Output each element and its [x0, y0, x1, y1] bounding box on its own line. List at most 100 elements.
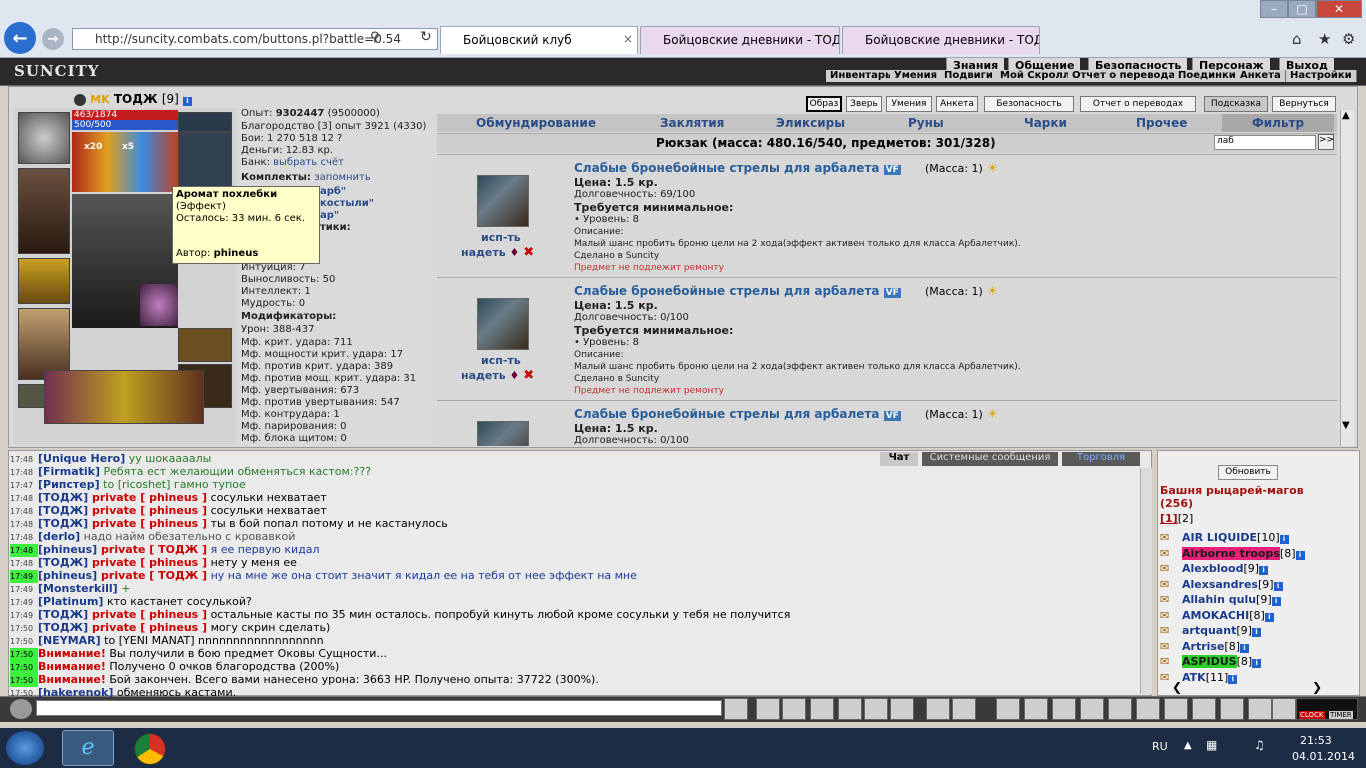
item-name[interactable]: Слабые бронебойные стрелы для арбалета V…	[574, 161, 998, 175]
forward-button[interactable]: →	[42, 28, 64, 50]
skills-button[interactable]: Умения	[886, 96, 932, 112]
volume-icon[interactable]: ♫	[1254, 738, 1265, 752]
scroll-up-icon[interactable]: ▲	[1342, 110, 1350, 121]
online-user[interactable]: ✉ Airborne troops[8] i	[1160, 546, 1305, 560]
chat-nick[interactable]: [ТОДЖ]	[38, 504, 88, 517]
submenu-skills[interactable]: Умения	[890, 70, 943, 82]
chrome-taskbar-button[interactable]	[134, 733, 166, 765]
chat-nick[interactable]: [phineus]	[38, 569, 97, 582]
info-icon[interactable]: i	[1259, 566, 1269, 575]
online-user[interactable]: ✉ ATK[11] i	[1160, 671, 1238, 684]
info-icon[interactable]: i	[1295, 550, 1305, 560]
info-icon[interactable]: i	[1273, 581, 1283, 591]
online-user-name[interactable]: ASPIDUS	[1182, 655, 1237, 668]
network-icon[interactable]: ▦	[1206, 738, 1217, 752]
item-name[interactable]: Слабые бронебойные стрелы для арбалета V…	[574, 284, 998, 298]
submenu-scroll[interactable]: Мой Скролл	[996, 70, 1076, 82]
tab-diary-2[interactable]: Бойцовские дневники - ТОДЖ	[842, 26, 1040, 54]
info-icon[interactable]: i	[183, 97, 192, 106]
language-indicator[interactable]: RU	[1152, 740, 1168, 753]
set-link-2[interactable]: костыли"	[320, 198, 374, 210]
mods-header[interactable]: Модификаторы:	[241, 311, 336, 323]
crossbow-bolts-image[interactable]	[477, 421, 529, 446]
chat-private-tag[interactable]: private [ phineus ]	[88, 608, 207, 621]
submenu-profile[interactable]: Анкета	[1236, 70, 1286, 82]
equip-icon[interactable]: ♦	[510, 369, 520, 382]
tool-button[interactable]	[1108, 698, 1132, 720]
chat-private-tag[interactable]: private [ ТОДЖ ]	[97, 569, 207, 582]
security-button[interactable]: Безопасность	[984, 96, 1074, 112]
submenu-settings[interactable]: Настройки	[1286, 70, 1357, 82]
sets-remember-link[interactable]: запомнить	[314, 172, 370, 183]
info-icon[interactable]: i	[1240, 643, 1249, 653]
helmet-slot[interactable]	[18, 112, 70, 164]
online-user[interactable]: ✉ Allahin qulu[9] i	[1160, 593, 1281, 606]
chat-nick[interactable]: [ТОДЖ]	[38, 556, 88, 569]
chat-timestamp[interactable]: 17:50	[10, 687, 38, 700]
online-user[interactable]: ✉ Artrise[8] i	[1160, 640, 1249, 653]
chat-nick[interactable]: [ТОДЖ]	[38, 491, 88, 504]
tab-charms[interactable]: Чарки	[1024, 116, 1067, 130]
chat-nick[interactable]: [ТОДЖ]	[38, 517, 88, 530]
chat-nick[interactable]: [hakerenok]	[38, 686, 113, 699]
submenu-transfers[interactable]: Отчет о переводах	[1068, 70, 1187, 82]
tab-elixirs[interactable]: Эликсиры	[776, 116, 845, 130]
online-user-name[interactable]: AIR LIQUIDE	[1182, 531, 1257, 544]
maximize-button[interactable]: □	[1288, 0, 1316, 18]
chat-menu-icon[interactable]	[10, 699, 32, 719]
scroll-down-icon[interactable]: ▼	[1342, 420, 1350, 431]
filter-go-button[interactable]: >>	[1318, 134, 1334, 150]
tab-equipment[interactable]: Обмундирование	[476, 116, 596, 130]
private-message-icon[interactable]: ✉	[1160, 531, 1182, 544]
tool-button[interactable]	[996, 698, 1020, 720]
tool-button[interactable]	[1136, 698, 1160, 720]
weapon-slot[interactable]	[18, 258, 70, 304]
smile-button[interactable]	[926, 698, 950, 720]
start-button[interactable]	[6, 731, 44, 765]
private-message-icon[interactable]: ✉	[1160, 562, 1182, 575]
tool-button[interactable]	[1164, 698, 1188, 720]
chat-private-tag[interactable]: Внимание!	[38, 660, 106, 673]
search-icon[interactable]: ⚲	[370, 30, 380, 45]
online-user-name[interactable]: Airborne troops	[1182, 546, 1280, 560]
hint-button[interactable]: Подсказка	[1204, 96, 1268, 112]
submenu-feats[interactable]: Подвиги	[940, 70, 998, 82]
equip-icon[interactable]: ♦	[510, 246, 520, 259]
image-button[interactable]: Образ	[806, 96, 842, 112]
online-user-name[interactable]: Artrise	[1182, 640, 1224, 653]
amulet-slot[interactable]	[178, 132, 232, 192]
character-name[interactable]: ТОДЖ	[114, 92, 158, 106]
tab-spells[interactable]: Заклятия	[660, 116, 724, 130]
chat-private-tag[interactable]: private [ phineus ]	[88, 621, 207, 634]
info-icon[interactable]: i	[1271, 597, 1281, 606]
info-icon[interactable]: i	[1264, 612, 1274, 622]
chat-private-tag[interactable]: Внимание!	[38, 647, 106, 660]
online-user-name[interactable]: artquant	[1182, 624, 1236, 637]
tool-button[interactable]	[1080, 698, 1104, 720]
private-message-icon[interactable]: ✉	[1160, 655, 1182, 668]
tool-button[interactable]	[864, 698, 888, 720]
tool-button[interactable]	[952, 698, 976, 720]
pet-button[interactable]: Зверь	[846, 96, 882, 112]
stats-section-header[interactable]: тики:	[320, 222, 351, 234]
chat-private-tag[interactable]: private [ phineus ]	[88, 556, 207, 569]
settings-gear-icon[interactable]: ⚙	[1342, 30, 1355, 48]
tab-other[interactable]: Прочее	[1136, 116, 1187, 130]
save-button[interactable]	[810, 698, 834, 720]
chat-private-tag[interactable]: private [ phineus ]	[88, 491, 207, 504]
tool-button[interactable]	[1024, 698, 1048, 720]
info-icon[interactable]: i	[1251, 628, 1261, 637]
transfers-button[interactable]: Отчет о переводах	[1080, 96, 1196, 112]
online-user[interactable]: ✉ Alexsandres[9] i	[1160, 578, 1283, 591]
private-message-icon[interactable]: ✉	[1160, 640, 1182, 653]
delete-icon[interactable]: ✖	[523, 368, 534, 383]
close-tab-icon[interactable]: ×	[623, 32, 633, 46]
chat-nick[interactable]: [Platinum]	[38, 595, 103, 608]
info-icon[interactable]: i	[1279, 535, 1289, 544]
tray-clock-date[interactable]: 04.01.2014	[1292, 750, 1355, 763]
tool-button[interactable]	[890, 698, 914, 720]
chat-scrollbar[interactable]	[1140, 468, 1152, 694]
favorites-icon[interactable]: ★	[1318, 30, 1331, 48]
page-2-link[interactable]: [2]	[1178, 512, 1194, 525]
scroll-right-icon[interactable]: ❯	[1312, 680, 1322, 694]
